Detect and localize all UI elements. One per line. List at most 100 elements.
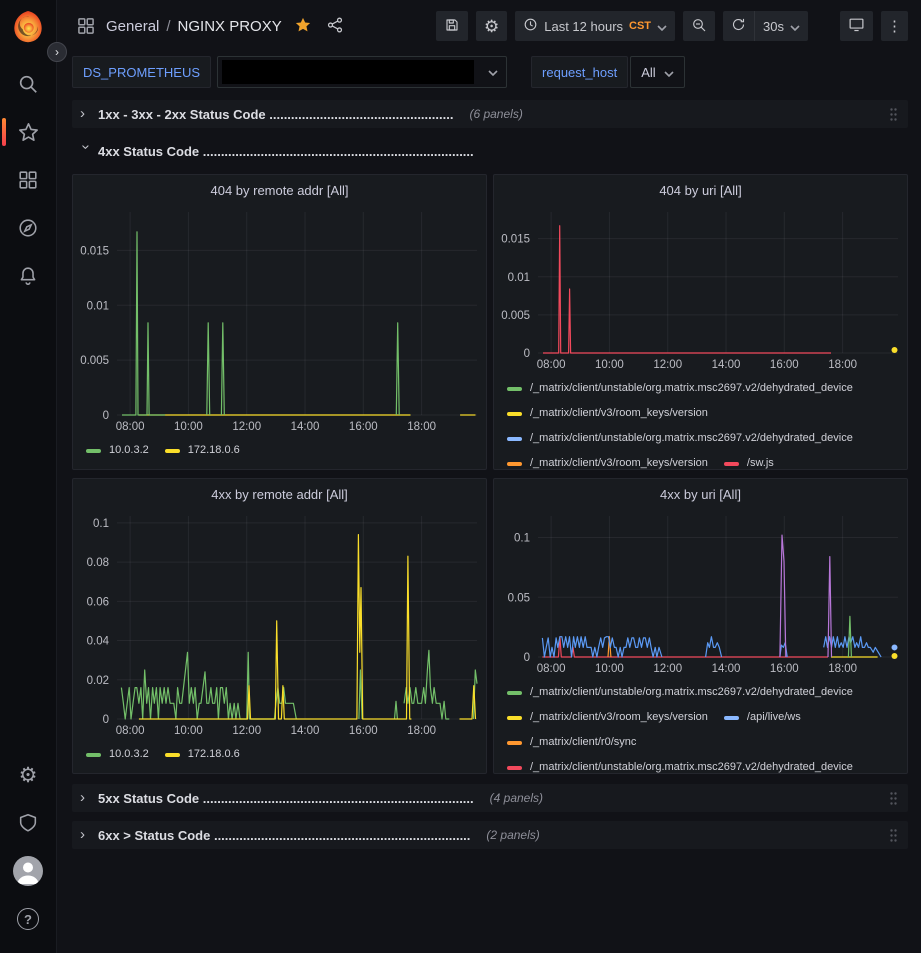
- legend-item[interactable]: /api/live/ws: [724, 707, 801, 728]
- svg-text:08:00: 08:00: [116, 725, 145, 737]
- timeseries-chart[interactable]: 08:0010:0012:0014:0016:0018:0000.0050.01…: [494, 205, 907, 373]
- time-range-button[interactable]: Last 12 hours CST: [515, 11, 675, 41]
- time-picker: Last 12 hours CST: [515, 11, 675, 41]
- row-drag-handle[interactable]: [887, 107, 900, 122]
- share-dashboard-button[interactable]: [324, 14, 346, 39]
- legend-item[interactable]: /sw.js: [724, 453, 774, 469]
- save-dashboard-button[interactable]: [436, 11, 468, 41]
- clock-icon: [523, 17, 538, 35]
- legend-item[interactable]: /_matrix/client/r0/sync: [507, 732, 636, 753]
- sidebar-item-search[interactable]: [0, 60, 56, 108]
- bell-icon: [17, 265, 39, 287]
- timeseries-chart[interactable]: 08:0010:0012:0014:0016:0018:0000.020.040…: [73, 509, 486, 739]
- legend-swatch: [724, 462, 739, 466]
- legend-item[interactable]: 10.0.3.2: [86, 744, 149, 765]
- sidebar-item-profile[interactable]: [0, 847, 56, 895]
- legend-item[interactable]: /_matrix/client/unstable/org.matrix.msc2…: [507, 428, 853, 449]
- svg-text:08:00: 08:00: [537, 663, 566, 675]
- sidebar-item-configuration[interactable]: ⚙: [0, 751, 56, 799]
- svg-text:18:00: 18:00: [828, 663, 857, 675]
- sidebar-item-explore[interactable]: [0, 204, 56, 252]
- dashboard-row-6xx[interactable]: › 6xx > Status Code ....................…: [72, 821, 908, 849]
- compass-icon: [17, 217, 39, 239]
- sidebar-item-starred[interactable]: [0, 108, 56, 156]
- svg-text:0.01: 0.01: [508, 272, 530, 284]
- svg-text:0.015: 0.015: [80, 245, 109, 257]
- apps-grid-icon[interactable]: [72, 16, 100, 36]
- legend-item[interactable]: 172.18.0.6: [165, 440, 240, 461]
- sidebar-item-help[interactable]: ?: [0, 895, 56, 943]
- gear-icon: ⚙: [19, 765, 38, 786]
- panel-title[interactable]: 404 by uri [All]: [494, 175, 907, 205]
- chevron-down-icon: ›: [79, 144, 94, 156]
- zoom-out-time-button[interactable]: [683, 11, 715, 41]
- variable-selected-value: All: [641, 65, 655, 80]
- svg-text:18:00: 18:00: [407, 421, 436, 433]
- variable-value-ds-prometheus[interactable]: [217, 56, 507, 88]
- variable-label-request-host[interactable]: request_host: [531, 56, 628, 88]
- panel-4xx-by-remote-addr: 4xx by remote addr [All] 08:0010:0012:00…: [72, 478, 487, 774]
- legend-label: /_matrix/client/unstable/org.matrix.msc2…: [530, 682, 853, 703]
- panel-title[interactable]: 404 by remote addr [All]: [73, 175, 486, 205]
- timeseries-chart[interactable]: 08:0010:0012:0014:0016:0018:0000.050.1: [494, 509, 907, 677]
- variable-value-request-host[interactable]: All: [630, 56, 684, 88]
- row-panel-count: (6 panels): [469, 107, 522, 121]
- legend-item[interactable]: /_matrix/client/v3/room_keys/version: [507, 707, 708, 728]
- sidebar-item-alerting[interactable]: [0, 252, 56, 300]
- chevron-right-icon: ›: [80, 790, 92, 805]
- star-filled-icon: [294, 16, 312, 37]
- refresh-interval-label: 30s: [763, 19, 784, 34]
- more-options-button[interactable]: ⋮: [881, 11, 908, 41]
- dashboards-grid-icon: [17, 169, 39, 191]
- refresh-button[interactable]: [723, 11, 754, 41]
- legend-item[interactable]: 172.18.0.6: [165, 744, 240, 765]
- sidebar-item-dashboards[interactable]: [0, 156, 56, 204]
- gear-icon: ⚙: [484, 18, 499, 35]
- panels-grid: 404 by remote addr [All] 08:0010:0012:00…: [72, 174, 908, 774]
- legend-item[interactable]: /_matrix/client/unstable/org.matrix.msc2…: [507, 682, 853, 703]
- panel-404-by-uri: 404 by uri [All] 08:0010:0012:0014:0016:…: [493, 174, 908, 470]
- legend-label: /sw.js: [747, 453, 774, 469]
- chevron-down-icon: [657, 19, 667, 34]
- legend-swatch: [507, 412, 522, 416]
- legend-item[interactable]: /_matrix/client/v3/room_keys/version: [507, 403, 708, 424]
- breadcrumb-section[interactable]: General: [106, 18, 159, 35]
- row-drag-handle[interactable]: [887, 791, 900, 806]
- favorite-star-button[interactable]: [292, 14, 314, 39]
- svg-text:14:00: 14:00: [712, 663, 741, 675]
- svg-text:08:00: 08:00: [537, 359, 566, 371]
- dashboard-row-5xx[interactable]: › 5xx Status Code ......................…: [72, 784, 908, 812]
- legend-label: /_matrix/client/unstable/org.matrix.msc2…: [530, 428, 853, 449]
- monitor-icon: [848, 16, 865, 36]
- variable-label-ds-prometheus[interactable]: DS_PROMETHEUS: [72, 56, 211, 88]
- legend-swatch: [507, 766, 522, 770]
- sidebar-item-server-admin[interactable]: [0, 799, 56, 847]
- timeseries-chart[interactable]: 08:0010:0012:0014:0016:0018:0000.0050.01…: [73, 205, 486, 435]
- legend-item[interactable]: /_matrix/client/v3/room_keys/version: [507, 453, 708, 469]
- expand-sidebar-button[interactable]: ›: [47, 42, 67, 62]
- legend-label: 10.0.3.2: [109, 440, 149, 461]
- dashboard-content: › 1xx - 3xx - 2xx Status Code ..........…: [57, 92, 921, 953]
- chevron-down-icon: [664, 65, 674, 80]
- legend-swatch: [507, 437, 522, 441]
- legend-item[interactable]: /_matrix/client/unstable/org.matrix.msc2…: [507, 757, 853, 773]
- dashboard-settings-button[interactable]: ⚙: [476, 11, 507, 41]
- dashboard-row-1xx-3xx-2xx[interactable]: › 1xx - 3xx - 2xx Status Code ..........…: [72, 100, 908, 128]
- tv-kiosk-mode-button[interactable]: [840, 11, 873, 41]
- legend-swatch: [507, 741, 522, 745]
- chart-legend: 10.0.3.2 172.18.0.6: [73, 739, 486, 773]
- dashboard-row-4xx[interactable]: › 4xx Status Code ......................…: [72, 137, 908, 165]
- svg-text:0.005: 0.005: [501, 310, 530, 322]
- panel-title[interactable]: 4xx by uri [All]: [494, 479, 907, 509]
- grafana-logo[interactable]: [9, 8, 47, 46]
- time-range-label: Last 12 hours: [544, 19, 623, 34]
- chevron-right-icon: ›: [55, 45, 59, 59]
- chart-legend: /_matrix/client/unstable/org.matrix.msc2…: [494, 373, 907, 469]
- panel-title[interactable]: 4xx by remote addr [All]: [73, 479, 486, 509]
- legend-item[interactable]: /_matrix/client/unstable/org.matrix.msc2…: [507, 378, 853, 399]
- svg-text:0.005: 0.005: [80, 355, 109, 367]
- legend-item[interactable]: 10.0.3.2: [86, 440, 149, 461]
- breadcrumb-dashboard-title[interactable]: NGINX PROXY: [178, 18, 282, 35]
- row-drag-handle[interactable]: [887, 828, 900, 843]
- refresh-interval-button[interactable]: 30s: [755, 11, 808, 41]
